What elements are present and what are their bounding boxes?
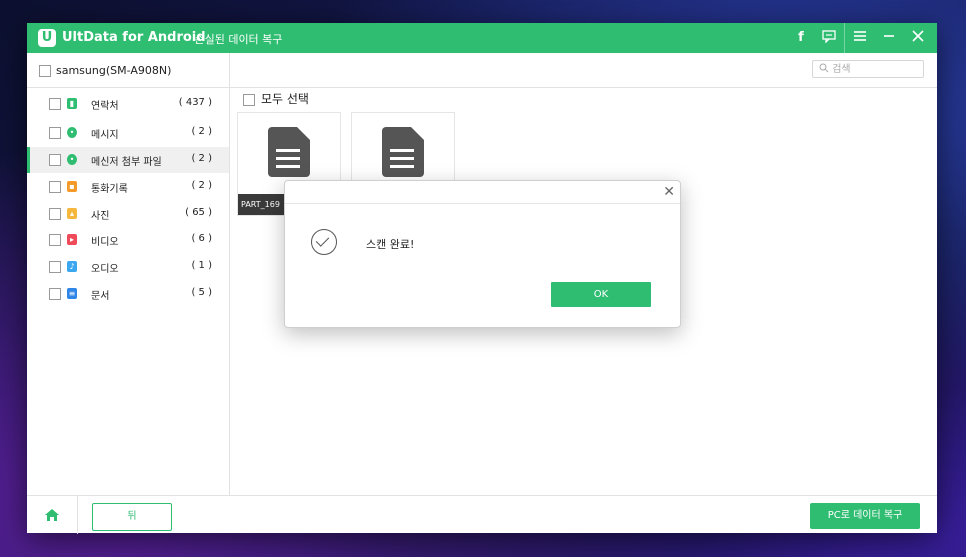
feedback-icon[interactable] (820, 29, 838, 47)
category-count: ( 5 ) (191, 287, 212, 298)
category-checkbox[interactable] (49, 208, 61, 220)
category-checkbox[interactable] (49, 288, 61, 300)
app-subtitle: - 손실된 데이터 복구 (187, 33, 283, 46)
close-icon[interactable] (909, 29, 927, 47)
document-file-icon (268, 127, 310, 177)
title-bar: U UltData for Android - 손실된 데이터 복구 f (27, 23, 937, 53)
menu-icon[interactable] (851, 29, 869, 47)
check-circle-icon (311, 229, 337, 255)
dialog-header: ✕ (285, 181, 680, 204)
device-selector[interactable]: samsung(SM-A908N) (39, 64, 171, 77)
device-checkbox[interactable] (39, 65, 51, 77)
sidebar-divider (229, 53, 230, 496)
app-title: UltData for Android (62, 30, 206, 45)
category-count: ( 437 ) (178, 97, 212, 108)
minimize-icon[interactable] (880, 29, 898, 47)
facebook-icon[interactable]: f (792, 29, 810, 47)
category-label: 통화기록 (91, 184, 128, 195)
select-all-checkbox[interactable] (243, 93, 255, 106)
category-checkbox[interactable] (49, 234, 61, 246)
photos-icon: ▴ (67, 208, 77, 219)
scan-complete-dialog: ✕ 스캔 완료! OK (284, 180, 681, 328)
category-label: 오디오 (91, 264, 119, 275)
dialog-message: 스캔 완료! (366, 238, 415, 251)
documents-icon: ≡ (67, 288, 77, 299)
home-button[interactable] (27, 496, 78, 534)
category-contacts[interactable]: ▮ 연락처 ( 437 ) (27, 91, 229, 117)
select-all[interactable]: 모두 선택 (243, 90, 309, 107)
category-count: ( 6 ) (191, 233, 212, 244)
category-checkbox[interactable] (49, 127, 61, 139)
video-icon: ▸ (67, 234, 77, 245)
category-label: 문서 (91, 291, 110, 302)
ok-button[interactable]: OK (551, 282, 651, 307)
category-label: 사진 (91, 211, 110, 222)
home-icon (44, 504, 60, 525)
contacts-icon: ▮ (67, 98, 77, 109)
category-label: 메시지 (91, 130, 119, 141)
footer-bar: 뒤 PC로 데이터 복구 (27, 495, 937, 534)
audio-icon: ♪ (67, 261, 77, 272)
category-label: 메신저 첨부 파일 (91, 157, 162, 168)
category-checkbox[interactable] (49, 154, 61, 166)
device-name: samsung(SM-A908N) (56, 64, 172, 77)
category-checkbox[interactable] (49, 98, 61, 110)
category-label: 비디오 (91, 237, 119, 248)
select-all-label: 모두 선택 (261, 92, 309, 106)
category-count: ( 2 ) (191, 153, 212, 164)
category-label: 연락처 (91, 101, 119, 112)
category-audio[interactable]: ♪ 오디오 ( 1 ) (27, 254, 229, 280)
dialog-close-icon[interactable]: ✕ (663, 184, 675, 200)
titlebar-separator (844, 23, 845, 53)
search-icon (819, 61, 829, 79)
document-file-icon (382, 127, 424, 177)
messages-icon: • (67, 127, 77, 138)
category-checkbox[interactable] (49, 261, 61, 273)
search-input[interactable]: 검색 (812, 60, 924, 78)
category-call-log[interactable]: ▪ 통화기록 ( 2 ) (27, 174, 229, 200)
category-documents[interactable]: ≡ 문서 ( 5 ) (27, 281, 229, 307)
recover-to-pc-button[interactable]: PC로 데이터 복구 (810, 503, 920, 529)
search-placeholder: 검색 (832, 64, 851, 75)
category-video[interactable]: ▸ 비디오 ( 6 ) (27, 227, 229, 253)
call-log-icon: ▪ (67, 181, 77, 192)
app-logo-icon: U (38, 29, 56, 47)
back-button[interactable]: 뒤 (92, 503, 172, 531)
file-name: PART_169 (238, 194, 289, 215)
category-attachments[interactable]: • 메신저 첨부 파일 ( 2 ) (27, 147, 229, 173)
category-count: ( 2 ) (191, 180, 212, 191)
category-messages[interactable]: • 메시지 ( 2 ) (27, 120, 229, 146)
category-count: ( 2 ) (191, 126, 212, 137)
attachments-icon: • (67, 154, 77, 165)
category-count: ( 1 ) (191, 260, 212, 271)
category-photos[interactable]: ▴ 사진 ( 65 ) (27, 201, 229, 227)
category-count: ( 65 ) (185, 207, 212, 218)
category-checkbox[interactable] (49, 181, 61, 193)
